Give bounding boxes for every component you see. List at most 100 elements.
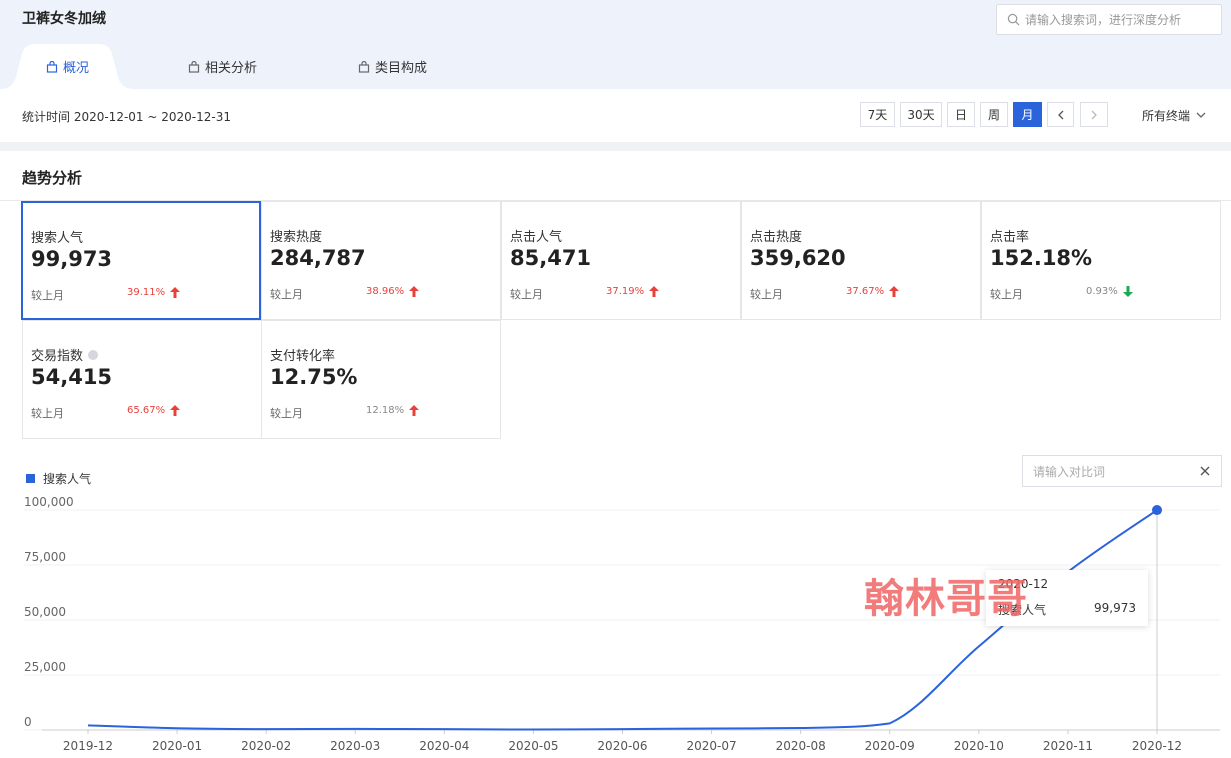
metric-compare-label: 较上月 bbox=[510, 288, 543, 301]
search-icon bbox=[1007, 13, 1020, 26]
metric-card-search-heat[interactable]: 搜索热度 284,787 较上月 38.96% bbox=[261, 201, 501, 320]
y-tick-label: 75,000 bbox=[24, 550, 66, 564]
x-tick-label: 2020-05 bbox=[508, 739, 558, 753]
tab-related-label: 相关分析 bbox=[205, 61, 258, 76]
range-day-button[interactable]: 日 bbox=[947, 102, 975, 127]
y-tick-label: 50,000 bbox=[24, 605, 66, 619]
metric-label: 搜索人气 bbox=[31, 231, 84, 246]
metric-compare-label: 较上月 bbox=[990, 288, 1023, 301]
metric-compare-label: 较上月 bbox=[270, 407, 303, 420]
range-7d-button[interactable]: 7天 bbox=[860, 102, 895, 127]
legend-label: 搜索人气 bbox=[43, 472, 92, 486]
chevron-right-icon bbox=[1091, 110, 1097, 119]
metric-card-click-popularity[interactable]: 点击人气 85,471 较上月 37.19% bbox=[501, 201, 741, 320]
date-toolbar: 统计时间 2020-12-01 ~ 2020-12-31 7天 30天 日 周 … bbox=[0, 89, 1231, 142]
metric-label-text: 交易指数 bbox=[31, 349, 84, 364]
legend-swatch bbox=[26, 474, 35, 483]
metric-card-click-heat[interactable]: 点击热度 359,620 较上月 37.67% bbox=[741, 201, 981, 320]
bag-icon bbox=[46, 60, 58, 73]
bag-icon bbox=[188, 60, 200, 73]
x-tick-label: 2019-12 bbox=[63, 739, 113, 753]
x-tick-label: 2020-10 bbox=[954, 739, 1004, 753]
x-tick-label: 2020-04 bbox=[419, 739, 469, 753]
tab-overview-label: 概况 bbox=[63, 61, 90, 76]
compare-input[interactable] bbox=[1033, 463, 1193, 481]
tab-category-composition[interactable]: 类目构成 bbox=[358, 44, 427, 89]
info-icon[interactable] bbox=[88, 349, 99, 360]
tab-category-label: 类目构成 bbox=[375, 61, 428, 76]
metric-value: 359,620 bbox=[750, 246, 846, 270]
x-tick-label: 2020-02 bbox=[241, 739, 291, 753]
range-month-button[interactable]: 月 bbox=[1013, 102, 1042, 127]
metric-label: 点击热度 bbox=[750, 230, 803, 245]
x-tick-label: 2020-06 bbox=[597, 739, 647, 753]
y-tick-label: 25,000 bbox=[24, 660, 66, 674]
range-week-button[interactable]: 周 bbox=[980, 102, 1008, 127]
tooltip-series-name: 搜索人气 bbox=[998, 603, 1047, 617]
metric-change: 39.11% bbox=[127, 287, 181, 298]
tab-bar: 概况 相关分析 类目构成 bbox=[0, 44, 560, 89]
section-divider bbox=[0, 142, 1231, 151]
x-tick-label: 2020-09 bbox=[865, 739, 915, 753]
metric-change: 65.67% bbox=[127, 405, 181, 416]
compare-box[interactable] bbox=[1022, 455, 1222, 487]
metric-card-search-popularity[interactable]: 搜索人气 99,973 较上月 39.11% bbox=[21, 201, 261, 320]
tooltip-value: 99,973 bbox=[1094, 601, 1136, 615]
terminal-select[interactable]: 所有终端 bbox=[1142, 107, 1206, 124]
range-30d-button[interactable]: 30天 bbox=[900, 102, 942, 127]
arrow-up-icon bbox=[409, 405, 420, 416]
metric-change: 0.93% bbox=[1086, 286, 1133, 297]
arrow-up-icon bbox=[649, 286, 660, 297]
metric-compare-label: 较上月 bbox=[31, 407, 64, 420]
metric-change-value: 12.18% bbox=[366, 405, 405, 416]
metric-value: 152.18% bbox=[990, 246, 1093, 270]
chart-tooltip: 2020-12 搜索人气 99,973 bbox=[986, 570, 1148, 626]
metric-label: 支付转化率 bbox=[270, 349, 336, 364]
header-area: 卫裤女冬加绒 概况 相关分析 bbox=[0, 0, 1231, 89]
y-tick-label: 0 bbox=[24, 715, 32, 729]
stat-time: 统计时间 2020-12-01 ~ 2020-12-31 bbox=[22, 110, 231, 124]
metric-change-value: 65.67% bbox=[127, 405, 166, 416]
metric-card-click-rate[interactable]: 点击率 152.18% 较上月 0.93% bbox=[981, 201, 1221, 320]
metric-value: 12.75% bbox=[270, 365, 358, 389]
metric-card-pay-conversion[interactable]: 支付转化率 12.75% 较上月 12.18% bbox=[261, 320, 501, 439]
next-period-button[interactable] bbox=[1080, 102, 1108, 127]
metric-compare-label: 较上月 bbox=[750, 288, 783, 301]
tab-related-analysis[interactable]: 相关分析 bbox=[188, 44, 257, 89]
chevron-left-icon bbox=[1057, 110, 1063, 119]
metric-label: 点击率 bbox=[990, 230, 1030, 245]
arrow-up-icon bbox=[409, 286, 420, 297]
metric-change: 37.67% bbox=[846, 286, 900, 297]
arrow-down-icon bbox=[1122, 286, 1133, 297]
metric-value: 284,787 bbox=[270, 246, 366, 270]
metric-change-value: 0.93% bbox=[1086, 286, 1118, 297]
search-box[interactable] bbox=[996, 4, 1222, 35]
terminal-label: 所有终端 bbox=[1142, 109, 1191, 123]
close-icon[interactable] bbox=[1199, 465, 1211, 477]
metric-value: 54,415 bbox=[31, 365, 113, 389]
metric-value: 99,973 bbox=[31, 247, 113, 271]
chevron-down-icon bbox=[1196, 112, 1206, 118]
metric-label: 搜索热度 bbox=[270, 230, 323, 245]
bag-icon bbox=[358, 60, 370, 73]
x-tick-label: 2020-01 bbox=[152, 739, 202, 753]
arrow-up-icon bbox=[889, 286, 900, 297]
x-tick-label: 2020-11 bbox=[1043, 739, 1093, 753]
chart-legend[interactable]: 搜索人气 bbox=[26, 470, 91, 487]
tab-overview[interactable]: 概况 bbox=[0, 44, 134, 89]
data-point bbox=[1152, 505, 1162, 516]
x-tick-label: 2020-08 bbox=[776, 739, 826, 753]
x-tick-label: 2020-07 bbox=[687, 739, 737, 753]
metric-value: 85,471 bbox=[510, 246, 592, 270]
prev-period-button[interactable] bbox=[1047, 102, 1074, 127]
metric-compare-label: 较上月 bbox=[31, 289, 64, 302]
x-tick-label: 2020-12 bbox=[1132, 739, 1182, 753]
metric-change: 38.96% bbox=[366, 286, 420, 297]
metric-card-trade-index[interactable]: 交易指数 54,415 较上月 65.67% bbox=[22, 320, 262, 439]
page-title: 卫裤女冬加绒 bbox=[22, 11, 106, 27]
y-tick-label: 100,000 bbox=[24, 495, 74, 509]
metric-change-value: 38.96% bbox=[366, 286, 405, 297]
metric-change-value: 37.67% bbox=[846, 286, 885, 297]
search-input[interactable] bbox=[1025, 10, 1215, 30]
metric-label: 点击人气 bbox=[510, 230, 563, 245]
